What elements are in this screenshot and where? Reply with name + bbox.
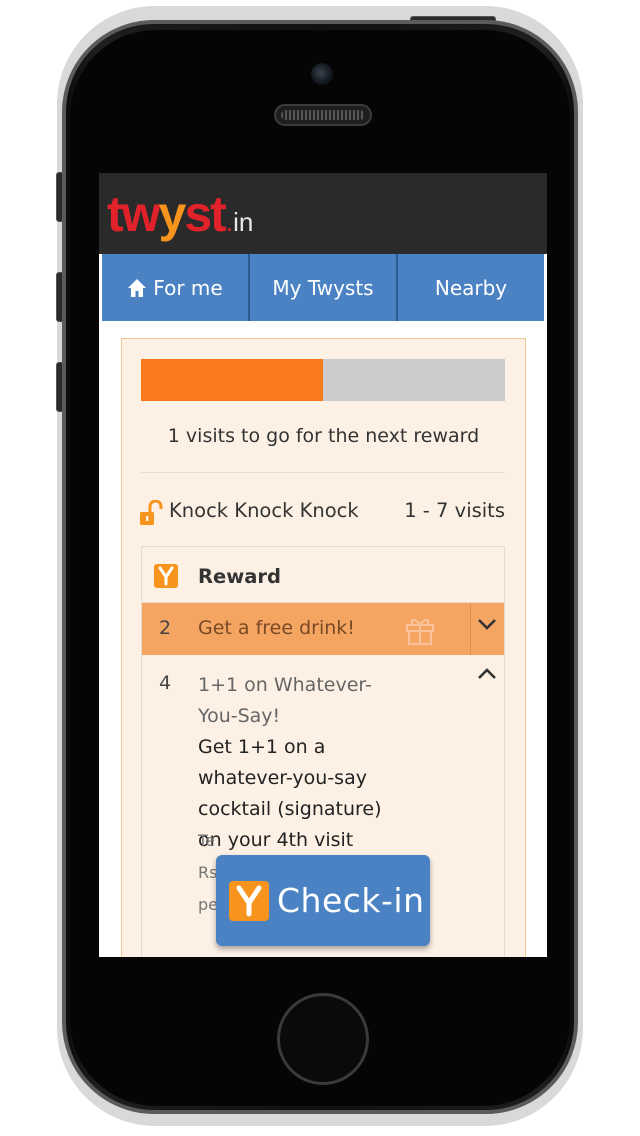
reward-title: 1+1 on Whatever-You-Say! [198,674,372,727]
chevron-down-icon[interactable] [477,617,497,631]
reward-title: Get a free drink! [198,617,355,639]
visit-progress-bar [141,359,505,401]
reward-row[interactable]: 2 Get a free drink! [142,603,504,655]
level-name: Knock Knock Knock [169,499,359,522]
progress-fill [141,359,323,401]
level-range: 1 - 7 visits [404,499,505,522]
level-row: Knock Knock Knock 1 - 7 visits [139,497,505,527]
twyst-y-icon [154,564,178,588]
twyst-logo[interactable]: twyst .in [107,187,253,241]
checkin-button[interactable]: Check-in [216,855,430,946]
tab-nearby[interactable]: Nearby [398,254,544,321]
tab-my-twysts[interactable]: My Twysts [250,254,398,321]
lock-open-icon [140,500,163,525]
checkin-label: Check-in [277,881,425,920]
home-button[interactable] [277,993,369,1085]
front-camera [311,63,333,85]
reward-visit-number: 4 [159,672,172,694]
home-icon [128,278,147,297]
tab-for-me[interactable]: For me [102,254,250,321]
progress-text: 1 visits to go for the next reward [167,425,480,447]
reward-table-header: Reward [142,547,504,603]
app-screen: twyst .in For me My Twysts Nearby 1 visi… [99,173,547,957]
main-nav: For me My Twysts Nearby [102,254,544,321]
tab-label: My Twysts [272,275,374,300]
app-header: twyst .in [99,173,547,254]
divider [141,472,505,473]
earpiece-speaker [274,104,372,126]
chevron-up-icon[interactable] [477,667,497,681]
reward-header-label: Reward [198,565,281,588]
gift-icon [406,619,434,645]
row-separator [470,603,471,655]
tab-label: For me [153,275,223,300]
tab-label: Nearby [434,275,508,300]
reward-visit-number: 2 [159,617,172,639]
twyst-y-icon [229,880,269,921]
